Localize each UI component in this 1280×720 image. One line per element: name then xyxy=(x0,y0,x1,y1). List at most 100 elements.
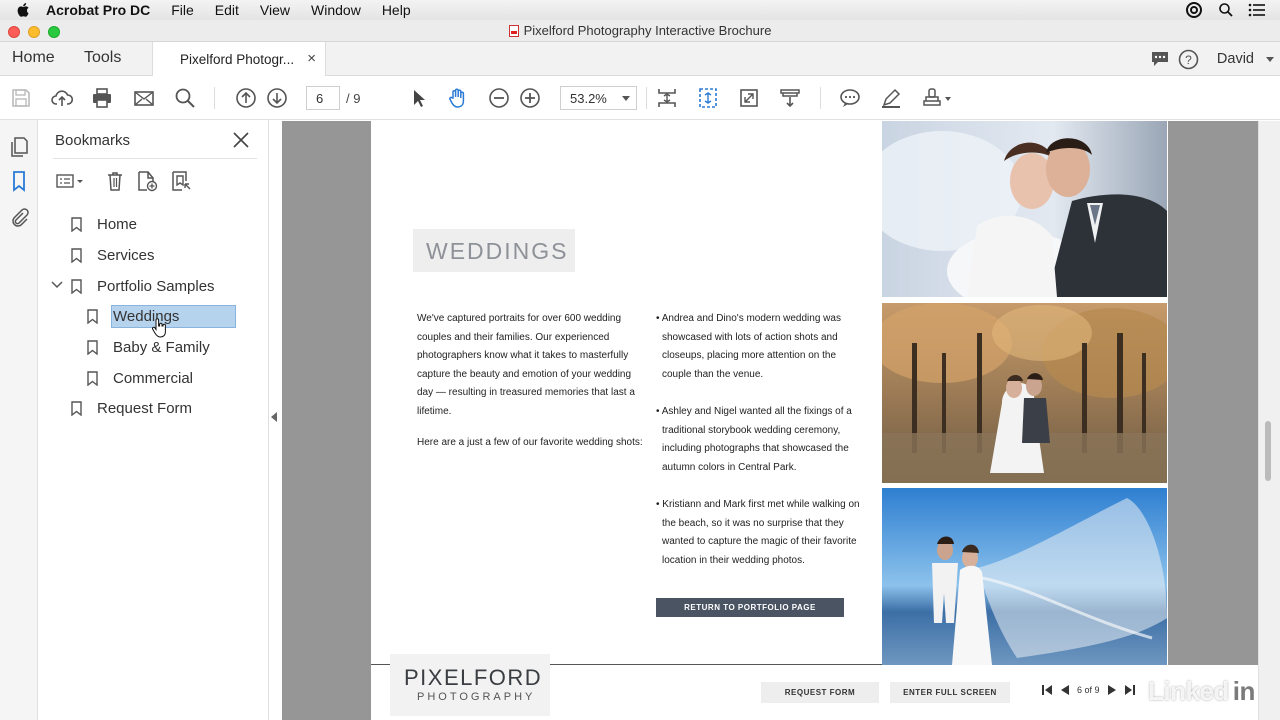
notification-list-icon[interactable] xyxy=(1248,3,1266,17)
menu-view[interactable]: View xyxy=(260,2,290,18)
window-title: Pixelford Photography Interactive Brochu… xyxy=(523,23,772,38)
bullet-item: • Kristiann and Mark first met while wal… xyxy=(656,499,860,566)
bookmarks-panel-icon[interactable] xyxy=(8,170,30,192)
zoom-caret-icon[interactable] xyxy=(622,96,630,101)
tools-tab[interactable]: Tools xyxy=(84,49,121,67)
creative-cloud-icon[interactable] xyxy=(1184,2,1204,18)
zoom-out-icon[interactable] xyxy=(487,86,511,110)
intro-paragraph-2: Here are a just a few of our favorite we… xyxy=(417,437,643,448)
hand-icon[interactable] xyxy=(446,86,470,110)
page-number-input[interactable]: 6 xyxy=(306,86,340,110)
document-tab[interactable]: Pixelford Photogr... × xyxy=(152,42,326,77)
bookmark-icon xyxy=(71,247,82,263)
first-page-icon[interactable] xyxy=(1041,684,1053,696)
page-total: / 9 xyxy=(346,91,361,106)
search-icon[interactable] xyxy=(173,86,197,110)
highlight-pen-icon[interactable] xyxy=(879,86,903,110)
bookmark-icon xyxy=(71,278,82,294)
bookmark-icon xyxy=(71,400,82,416)
bookmark-item-baby-family[interactable]: Baby & Family xyxy=(87,335,210,359)
watermark-badge: in xyxy=(1229,676,1258,706)
collapse-panel-icon[interactable] xyxy=(271,412,277,422)
bookmark-icon xyxy=(87,370,98,386)
apple-icon[interactable] xyxy=(16,2,32,18)
upload-icon[interactable] xyxy=(50,86,74,110)
bookmark-item-request-form[interactable]: Request Form xyxy=(71,396,192,420)
next-page-icon[interactable] xyxy=(265,86,289,110)
select-arrow-icon[interactable] xyxy=(406,86,430,110)
save-icon[interactable] xyxy=(9,86,33,110)
user-menu-caret-icon[interactable] xyxy=(1266,57,1274,62)
intro-paragraph: We've captured portraits for over 600 we… xyxy=(417,313,635,417)
bookmark-label: Services xyxy=(97,246,155,264)
enter-full-screen-button[interactable]: ENTER FULL SCREEN xyxy=(890,682,1010,703)
zoom-value: 53.2% xyxy=(570,91,607,106)
toolbar-separator xyxy=(646,87,647,109)
stamp-caret-icon[interactable] xyxy=(945,97,951,101)
previous-page-icon[interactable] xyxy=(1059,684,1071,696)
linkedin-watermark: Linked in xyxy=(1148,676,1258,707)
print-icon[interactable] xyxy=(90,86,114,110)
user-name[interactable]: David xyxy=(1217,51,1254,67)
bookmark-options-icon[interactable] xyxy=(55,170,85,192)
new-bookmark-icon[interactable] xyxy=(136,170,158,192)
delete-bookmark-icon[interactable] xyxy=(104,170,126,192)
vertical-scrollbar[interactable] xyxy=(1258,121,1280,720)
toolbar-separator xyxy=(214,87,215,109)
bookmark-from-selection-icon[interactable] xyxy=(170,170,192,192)
bookmark-label: Portfolio Samples xyxy=(97,277,215,295)
last-page-icon[interactable] xyxy=(1124,684,1136,696)
request-form-button[interactable]: REQUEST FORM xyxy=(761,682,879,703)
home-tab[interactable]: Home xyxy=(12,49,55,67)
close-tab-icon[interactable]: × xyxy=(307,50,316,67)
stamp-icon[interactable] xyxy=(920,86,944,110)
return-to-portfolio-button[interactable]: RETURN TO PORTFOLIO PAGE xyxy=(656,598,844,617)
bookmark-label: Request Form xyxy=(97,399,193,417)
fit-page-icon[interactable] xyxy=(655,86,679,110)
menu-file[interactable]: File xyxy=(171,2,194,18)
attachments-icon[interactable] xyxy=(8,206,30,228)
brochure-page-nav: 6 of 9 xyxy=(1041,684,1136,696)
bookmark-item-portfolio-samples[interactable]: Portfolio Samples xyxy=(71,274,215,298)
toolbar-separator xyxy=(820,87,821,109)
menu-help[interactable]: Help xyxy=(382,2,411,18)
bookmark-label: Baby & Family xyxy=(113,338,210,356)
navigation-rail xyxy=(0,120,38,720)
chat-icon[interactable] xyxy=(1150,50,1170,68)
bookmark-item-home[interactable]: Home xyxy=(71,212,137,236)
bookmark-icon xyxy=(87,308,98,324)
chevron-down-icon[interactable] xyxy=(51,280,63,290)
scroll-mode-icon[interactable] xyxy=(696,86,720,110)
spotlight-search-icon[interactable] xyxy=(1218,2,1234,18)
menu-app-name[interactable]: Acrobat Pro DC xyxy=(46,2,150,18)
menu-window[interactable]: Window xyxy=(311,2,361,18)
bookmark-item-commercial[interactable]: Commercial xyxy=(87,366,193,390)
window-titlebar: Pixelford Photography Interactive Brochu… xyxy=(0,20,1280,42)
wedding-photo-autumn-park xyxy=(882,303,1167,483)
read-mode-icon[interactable] xyxy=(778,86,802,110)
bookmark-item-services[interactable]: Services xyxy=(71,243,155,267)
tab-row: Home Tools Pixelford Photogr... × ? Davi… xyxy=(0,42,1280,77)
bookmark-label: Weddings xyxy=(111,304,237,328)
logo-subtitle: PHOTOGRAPHY xyxy=(417,691,536,703)
page-thumbnails-icon[interactable] xyxy=(8,136,30,158)
bookmark-label: Commercial xyxy=(113,369,194,387)
logo-wordmark: PIXELFORD xyxy=(404,665,543,690)
scrollbar-thumb[interactable] xyxy=(1265,421,1271,481)
zoom-in-icon[interactable] xyxy=(518,86,542,110)
zoom-select[interactable]: 53.2% xyxy=(560,86,637,110)
email-icon[interactable] xyxy=(132,86,156,110)
next-page-icon[interactable] xyxy=(1106,684,1118,696)
help-icon[interactable]: ? xyxy=(1178,49,1199,70)
bookmark-label: Home xyxy=(97,215,138,233)
wedding-photo-closeup xyxy=(882,121,1167,297)
comment-icon[interactable] xyxy=(838,86,862,110)
hand-pointer-cursor-icon xyxy=(152,318,166,338)
menu-edit[interactable]: Edit xyxy=(215,2,239,18)
prev-page-icon[interactable] xyxy=(234,86,258,110)
bullet-item: • Ashley and Nigel wanted all the fixing… xyxy=(656,406,852,473)
full-screen-icon[interactable] xyxy=(737,86,761,110)
close-panel-icon[interactable] xyxy=(231,130,251,150)
pdf-file-icon xyxy=(508,25,519,37)
bookmarks-panel-title: Bookmarks xyxy=(55,132,131,149)
